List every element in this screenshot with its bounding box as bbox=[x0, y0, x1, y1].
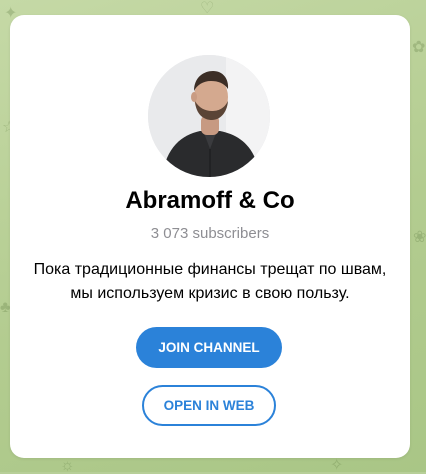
doodle-pattern-icon: ✿ bbox=[412, 39, 426, 56]
description-line: Пока традиционные финансы трещат по швам… bbox=[33, 261, 387, 278]
channel-avatar bbox=[148, 55, 270, 177]
channel-card: Abramoff & Co 3 073 subscribers Пока тра… bbox=[10, 15, 410, 458]
doodle-pattern-icon: ♣ bbox=[0, 299, 11, 316]
channel-title: Abramoff & Co bbox=[125, 187, 295, 214]
subscriber-count: 3 073 subscribers bbox=[150, 225, 270, 242]
join-channel-button[interactable]: JOIN CHANNEL bbox=[136, 327, 282, 368]
open-in-web-button[interactable]: OPEN IN WEB bbox=[142, 385, 276, 426]
person-photo-icon bbox=[148, 55, 270, 177]
doodle-pattern-icon: ❀ bbox=[413, 229, 426, 246]
channel-description: Пока традиционные финансы трещат по швам… bbox=[20, 258, 400, 306]
description-line: мы используем кризис в свою пользу. bbox=[70, 285, 350, 302]
